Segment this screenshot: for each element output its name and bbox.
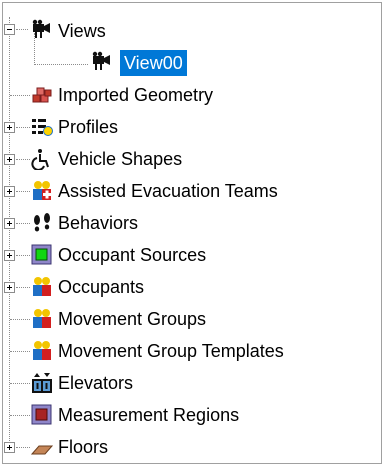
tree-node-movement-groups[interactable]: Movement Groups xyxy=(3,305,381,335)
tree-node-label: Movement Group Templates xyxy=(58,341,284,361)
tree-node-floors[interactable]: Floors xyxy=(3,433,381,463)
tree-node-movement-group-templates[interactable]: Movement Group Templates xyxy=(3,337,381,367)
tree-node-label: Assisted Evacuation Teams xyxy=(58,181,278,201)
footprints-icon xyxy=(34,213,50,232)
tree-node-label: Occupant Sources xyxy=(58,245,207,265)
tree-branch-line xyxy=(10,351,30,352)
tree-node-imported-geometry[interactable]: Imported Geometry xyxy=(3,81,381,111)
geometry-blocks-icon xyxy=(32,87,52,103)
tree-node-occupants[interactable]: Occupants xyxy=(3,273,381,303)
camera-icon xyxy=(92,51,110,70)
elevator-icon xyxy=(32,373,52,393)
tree-node-label-selected: View00 xyxy=(120,50,187,76)
expand-toggle[interactable] xyxy=(4,186,15,197)
expand-toggle[interactable] xyxy=(4,154,15,165)
tree-node-label: Movement Groups xyxy=(58,309,207,329)
wheelchair-icon xyxy=(31,149,49,170)
tree-node-profiles[interactable]: Profiles xyxy=(3,113,381,143)
measurement-region-icon xyxy=(31,404,52,425)
tree-node-occupant-sources[interactable]: Occupant Sources xyxy=(3,241,381,271)
movement-group-template-icon xyxy=(33,341,51,360)
camera-icon xyxy=(32,19,50,38)
profiles-list-icon xyxy=(32,119,53,136)
floor-icon xyxy=(31,445,53,455)
tree-node-label: Floors xyxy=(58,437,109,457)
tree-branch-line xyxy=(16,191,30,192)
tree-node-view00[interactable]: View00 xyxy=(3,49,381,79)
tree-branch-line xyxy=(10,383,30,384)
collapse-toggle[interactable] xyxy=(4,24,15,35)
tree-branch-line xyxy=(10,415,30,416)
occupants-icon xyxy=(33,277,51,296)
tree-branch-line xyxy=(10,95,30,96)
expand-toggle[interactable] xyxy=(4,122,15,133)
tree-node-elevators[interactable]: Elevators xyxy=(3,369,381,399)
tree-node-label: Profiles xyxy=(58,117,119,137)
tree-node-label: Occupants xyxy=(58,277,145,297)
tree-branch-line xyxy=(16,255,30,256)
tree-node-label: Imported Geometry xyxy=(58,85,214,105)
tree-node-label: Behaviors xyxy=(58,213,139,233)
tree-branch-line xyxy=(16,127,30,128)
tree-node-behaviors[interactable]: Behaviors xyxy=(3,209,381,239)
tree-branch-line xyxy=(16,287,30,288)
tree-branch-line xyxy=(10,319,30,320)
tree-branch-line xyxy=(16,159,30,160)
expand-toggle[interactable] xyxy=(4,218,15,229)
team-icon xyxy=(33,181,51,200)
tree-node-label: Vehicle Shapes xyxy=(58,149,183,169)
tree-node-assisted-evacuation-teams[interactable]: Assisted Evacuation Teams xyxy=(3,177,381,207)
tree-view-panel: Views View00 Imported Geometry Profiles … xyxy=(2,2,382,464)
expand-toggle[interactable] xyxy=(4,282,15,293)
movement-group-icon xyxy=(33,309,51,328)
expand-toggle[interactable] xyxy=(4,250,15,261)
tree-node-views[interactable]: Views xyxy=(3,17,381,47)
tree-node-label: Measurement Regions xyxy=(58,405,240,425)
expand-toggle[interactable] xyxy=(4,442,15,453)
tree-node-vehicle-shapes[interactable]: Vehicle Shapes xyxy=(3,145,381,175)
tree-branch-line xyxy=(16,223,30,224)
tree-node-measurement-regions[interactable]: Measurement Regions xyxy=(3,401,381,431)
tree-node-label: Elevators xyxy=(58,373,134,393)
tree-branch-line xyxy=(16,447,30,448)
tree-node-label: Views xyxy=(58,21,106,41)
occupant-source-icon xyxy=(31,244,52,265)
tree-branch-line xyxy=(16,29,28,30)
